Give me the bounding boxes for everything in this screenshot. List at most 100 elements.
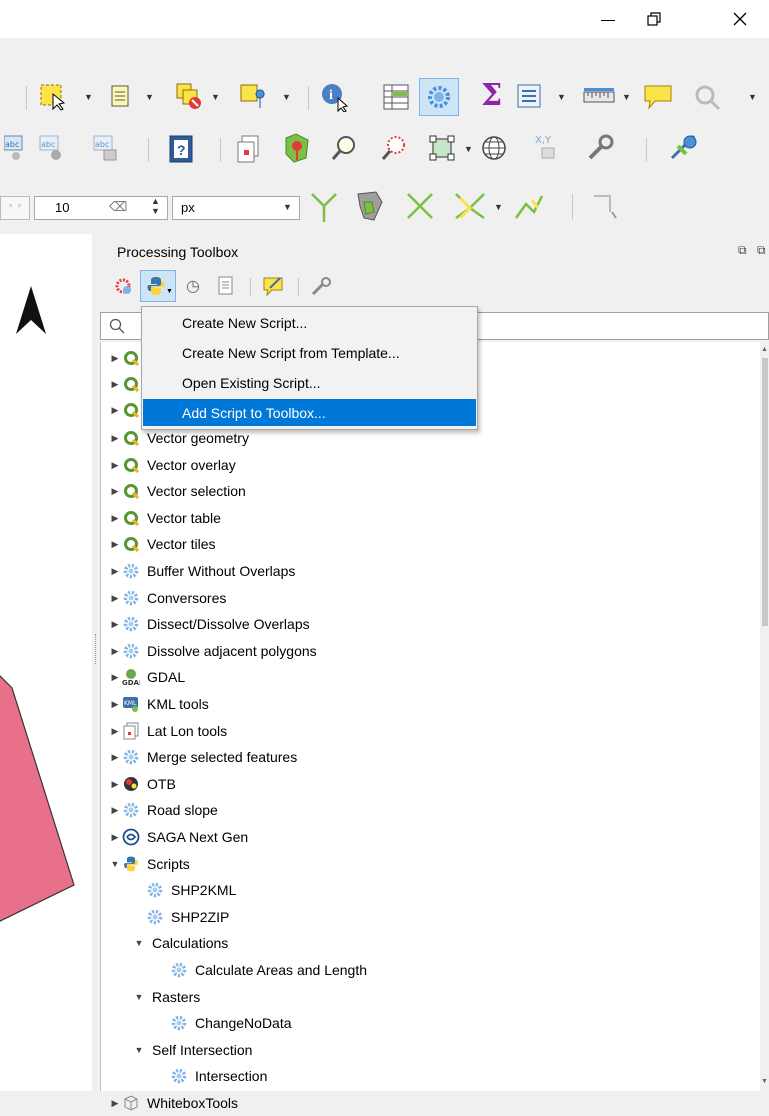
identify-features-icon[interactable]: i	[320, 82, 350, 112]
pin-tool-icon[interactable]	[668, 132, 700, 164]
close-button[interactable]	[717, 0, 763, 38]
float-panel-icon[interactable]: ⧉	[738, 243, 747, 258]
tree-row[interactable]: ▶ Vector tiles	[108, 531, 215, 557]
coordinate-capture-icon[interactable]: X,Y	[532, 132, 560, 162]
tree-row[interactable]: ▶ WhiteboxTools	[108, 1090, 239, 1116]
tree-row[interactable]: ▶ Vector overlay	[108, 452, 236, 478]
snap-mode-button[interactable]: ▫ ▫	[0, 196, 30, 220]
tree-row[interactable]: ▶ Buffer Without Overlaps	[108, 558, 296, 584]
tree-row[interactable]: ▶ Vector table	[108, 505, 221, 531]
tree-row[interactable]: SHP2ZIP	[132, 904, 229, 930]
tolerance-spinbox[interactable]: 10 ⌫ ▲ ▼	[34, 196, 168, 220]
menu-item-create-new-script[interactable]: Create New Script...	[143, 309, 476, 336]
tree-row-label: Vector selection	[147, 483, 246, 499]
menu-item-add-script-to-toolbox[interactable]: Add Script to Toolbox...	[143, 399, 476, 426]
history-clock-icon[interactable]: ◷	[186, 276, 200, 296]
clear-icon[interactable]: ⌫	[109, 199, 127, 215]
menu-item-open-existing-script[interactable]: Open Existing Script...	[143, 369, 476, 396]
deselect-features-icon[interactable]	[175, 82, 203, 110]
scroll-up-icon[interactable]: ▲	[761, 346, 768, 353]
collapse-arrow-icon: ▼	[134, 992, 144, 1002]
tree-row-label: Dissolve adjacent polygons	[147, 643, 317, 659]
select-location-icon[interactable]	[238, 82, 266, 110]
edit-features-inplace-icon[interactable]	[262, 276, 286, 296]
results-viewer-icon[interactable]	[218, 276, 234, 296]
split-features-icon[interactable]	[308, 190, 340, 224]
tree-row[interactable]: SHP2KML	[132, 877, 236, 903]
vertex-tool-icon[interactable]	[428, 134, 456, 162]
chevron-down-icon: ▼	[283, 202, 292, 212]
tree-row-label: WhiteboxTools	[147, 1095, 239, 1111]
map-tips-icon[interactable]	[642, 82, 674, 112]
field-calculator-icon[interactable]	[515, 82, 543, 110]
tree-row[interactable]: ▶ Road slope	[108, 797, 218, 823]
otb-icon	[122, 775, 140, 793]
tree-row[interactable]: ▶ OTB	[108, 771, 176, 797]
map-canvas[interactable]	[0, 234, 92, 1091]
close-icon	[733, 12, 747, 26]
scripts-menu-button[interactable]: ▼	[140, 270, 176, 302]
measure-line-icon[interactable]	[582, 84, 616, 110]
toolbar-labels: abc abc abc ? ▼ X,Y	[0, 122, 769, 176]
models-gear-icon[interactable]	[112, 275, 134, 297]
tree-row[interactable]: ▶GDALGDAL	[108, 664, 185, 690]
menu-item-create-from-template[interactable]: Create New Script from Template...	[143, 339, 476, 366]
gear-icon	[122, 562, 140, 580]
collapse-arrow-icon: ▼	[134, 1045, 144, 1055]
title-bar	[0, 0, 769, 38]
close-panel-icon[interactable]: ⧉	[757, 243, 766, 258]
qgis-icon	[122, 509, 140, 527]
tree-row[interactable]: ▶ Merge selected features	[108, 744, 298, 770]
tree-row[interactable]: ▼ Calculations	[132, 930, 229, 956]
scrollbar-thumb[interactable]	[762, 358, 768, 626]
svg-text:abc: abc	[95, 140, 109, 149]
tree-row[interactable]: ▶ Vector selection	[108, 478, 246, 504]
tree-row[interactable]: ▶ Dissolve adjacent polygons	[108, 638, 317, 664]
spin-arrows-icon[interactable]: ▲ ▼	[151, 196, 160, 216]
attribute-table-icon[interactable]	[381, 82, 411, 112]
tree-row[interactable]: ▶ SAGA Next Gen	[108, 824, 248, 850]
tree-row[interactable]: ChangeNoData	[156, 1010, 292, 1036]
options-wrench-icon[interactable]	[310, 276, 334, 296]
restore-button[interactable]	[631, 0, 677, 38]
scroll-down-icon[interactable]: ▼	[761, 1078, 768, 1085]
gear-icon	[122, 801, 140, 819]
tree-row[interactable]: Intersection	[156, 1063, 267, 1089]
tree-row[interactable]: ▶ Lat Lon tools	[108, 718, 227, 744]
expand-arrow-icon: ▶	[111, 432, 119, 443]
label-rotate-icon[interactable]: abc	[92, 134, 120, 162]
tree-row[interactable]: ▼ Scripts	[108, 851, 190, 877]
zoom-magnifier-icon[interactable]	[330, 134, 358, 162]
select-by-value-icon[interactable]	[108, 83, 134, 109]
help-book-icon[interactable]: ?	[168, 134, 196, 164]
trim-extend-icon[interactable]	[590, 190, 622, 222]
label-layer-icon[interactable]: abc	[4, 134, 24, 162]
unit-select[interactable]: px ▼	[172, 196, 300, 220]
tree-row[interactable]: ▼ Rasters	[132, 984, 201, 1010]
georeferencer-icon[interactable]	[282, 132, 312, 164]
expand-arrow-icon: ▶	[111, 565, 119, 576]
tree-row[interactable]: ▶ Dissect/Dissolve Overlaps	[108, 611, 310, 637]
tree-row-label: Buffer Without Overlaps	[147, 563, 296, 579]
panel-splitter[interactable]	[92, 234, 100, 1091]
tree-row[interactable]: ▶ Conversores	[108, 585, 227, 611]
tree-row[interactable]: ▼ Self Intersection	[132, 1037, 253, 1063]
minimize-button[interactable]	[585, 0, 631, 38]
delete-part-icon[interactable]	[404, 190, 436, 222]
select-features-icon[interactable]	[38, 82, 68, 112]
tree-row-label: Calculate Areas and Length	[195, 962, 368, 978]
label-pin-icon[interactable]: abc	[38, 134, 64, 162]
zoom-dotted-icon[interactable]	[380, 134, 408, 162]
merge-features-icon[interactable]	[452, 190, 488, 222]
tree-row[interactable]: ▶ KML KML tools	[108, 691, 209, 717]
wrench-icon[interactable]	[586, 134, 616, 162]
tree-row[interactable]: Calculate Areas and Length	[156, 957, 367, 983]
offset-curve-icon[interactable]	[512, 190, 546, 222]
new-layout-icon[interactable]	[236, 134, 264, 164]
statistics-sigma-icon[interactable]: Σ	[481, 78, 502, 113]
reshape-features-icon[interactable]	[352, 188, 388, 224]
processing-toolbox-toggle[interactable]	[419, 78, 459, 116]
svg-text:X,Y: X,Y	[535, 135, 552, 146]
globe-icon[interactable]	[480, 134, 508, 162]
locator-icon[interactable]	[692, 82, 722, 112]
